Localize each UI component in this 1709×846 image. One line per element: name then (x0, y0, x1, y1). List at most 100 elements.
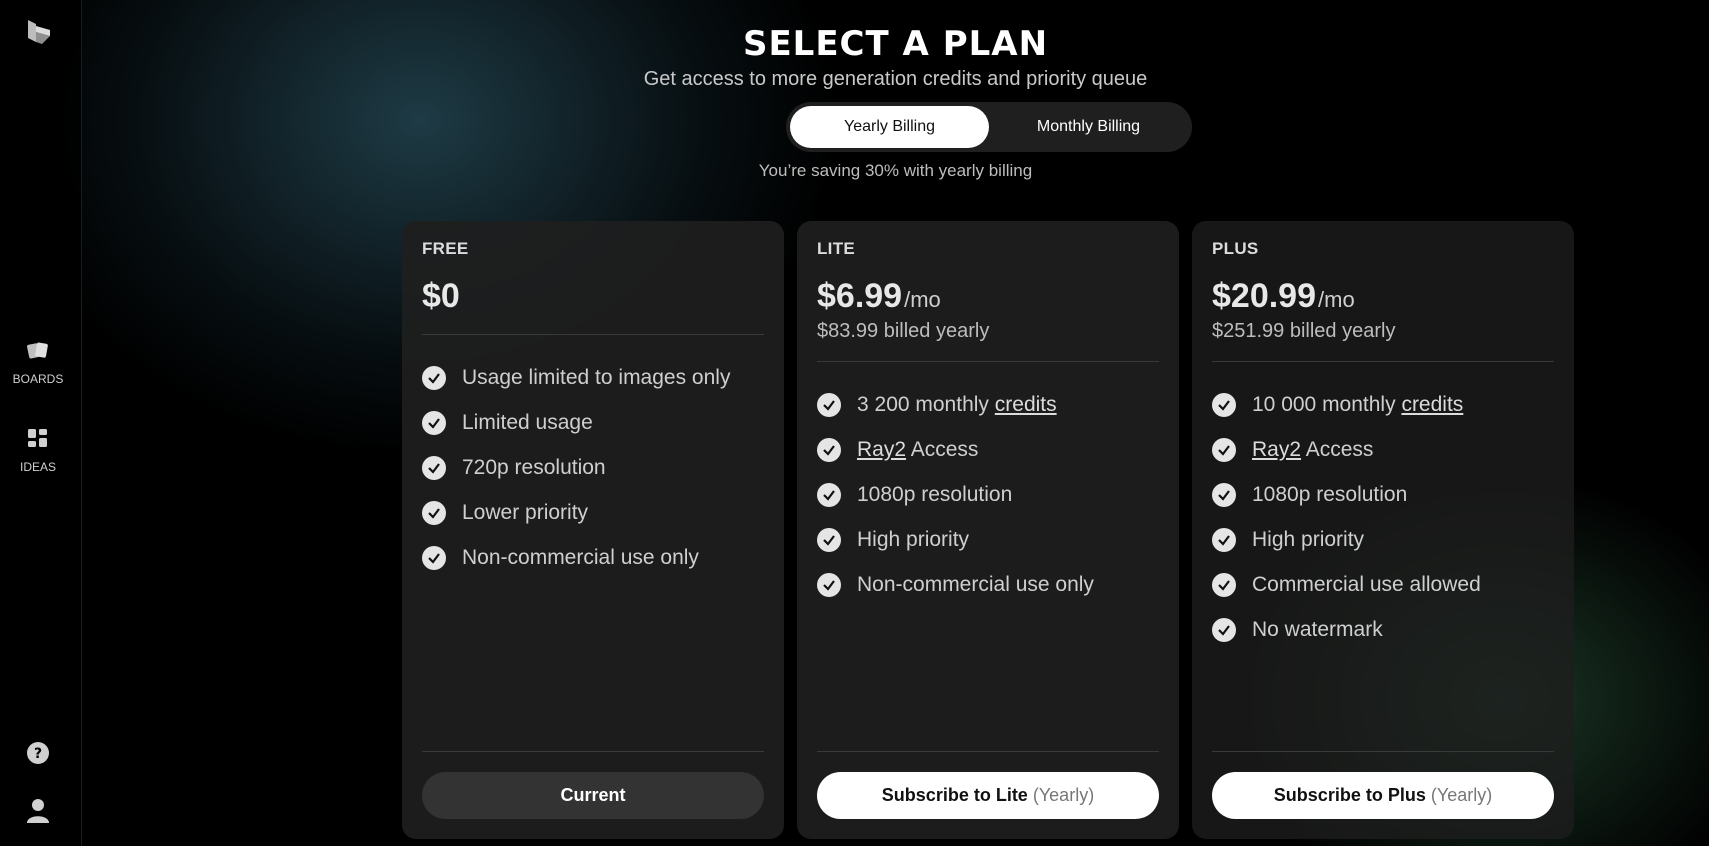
feature-item: Lower priority (422, 490, 764, 535)
sidebar: BOARDS IDEAS ? (0, 0, 82, 846)
check-icon (1212, 617, 1236, 642)
button-label: Subscribe to Plus (1273, 785, 1426, 805)
current-plan-button[interactable]: Current (422, 772, 764, 819)
feature-item: Ray2 Access (1212, 427, 1554, 472)
check-icon (1212, 437, 1236, 462)
feature-text: Non-commercial use only (857, 572, 1094, 596)
sidebar-item-label: BOARDS (12, 372, 64, 386)
ray2-link[interactable]: Ray2 (857, 438, 906, 461)
button-label: Subscribe to Lite (881, 785, 1028, 805)
subscribe-lite-button[interactable]: Subscribe to Lite (Yearly) (817, 772, 1159, 819)
billed-yearly: $251.99 billed yearly (1212, 320, 1396, 342)
sidebar-item-boards[interactable]: BOARDS (0, 338, 76, 386)
feature-item: Usage limited to images only (422, 355, 764, 400)
divider (422, 751, 764, 752)
plan-price: $20.99 (1212, 277, 1316, 315)
feature-text-post: Access (906, 437, 979, 461)
feature-item: 10 000 monthly credits (1212, 382, 1554, 427)
billed-yearly: $83.99 billed yearly (817, 320, 990, 342)
check-icon (422, 455, 446, 480)
user-icon[interactable] (26, 798, 50, 824)
sidebar-item-ideas[interactable]: IDEAS (0, 426, 76, 474)
divider (817, 361, 1159, 362)
saving-note: You’re saving 30% with yearly billing (758, 161, 1033, 180)
check-icon (817, 392, 841, 417)
credits-link[interactable]: credits (1401, 393, 1463, 416)
boards-icon (27, 342, 48, 359)
feature-item: 3 200 monthly credits (817, 382, 1159, 427)
price-period: /mo (904, 287, 941, 312)
feature-list: Usage limited to images only Limited usa… (422, 355, 764, 580)
check-icon (817, 482, 841, 507)
feature-text: No watermark (1252, 617, 1383, 641)
check-icon (1212, 527, 1236, 552)
monthly-billing-button[interactable]: Monthly Billing (989, 106, 1188, 148)
feature-text-post: Access (1301, 437, 1374, 461)
help-icon[interactable]: ? (26, 741, 50, 765)
feature-text: Ray2 Access (857, 438, 978, 462)
svg-text:?: ? (34, 746, 42, 762)
plan-card-plus: PLUS $20.99 /mo $251.99 billed yearly 10… (1192, 221, 1574, 839)
page-subtitle: Get access to more generation credits an… (643, 68, 1148, 90)
feature-text: 1080p resolution (1252, 482, 1408, 506)
ideas-grid-icon (28, 429, 47, 447)
feature-text: 720p resolution (462, 455, 606, 479)
feature-text: Usage limited to images only (462, 365, 731, 389)
page-title: SELECT A PLAN (742, 24, 1049, 64)
check-icon (817, 527, 841, 552)
feature-item: Limited usage (422, 400, 764, 445)
plan-name: FREE (422, 239, 469, 258)
feature-text-pre: 10 000 monthly (1252, 392, 1402, 416)
button-suffix: (Yearly) (1430, 785, 1493, 805)
plan-card-free: FREE $0 Usage limited to images only Lim… (402, 221, 784, 839)
plan-card-lite: LITE $6.99 /mo $83.99 billed yearly 3 20… (797, 221, 1179, 839)
page-header: SELECT A PLAN Get access to more generat… (82, 24, 1709, 91)
feature-text: Non-commercial use only (462, 545, 699, 569)
divider (1212, 751, 1554, 752)
card-footer: Subscribe to Lite (Yearly) (817, 751, 1159, 819)
button-label: Current (560, 785, 626, 805)
card-footer: Current (422, 751, 764, 819)
billing-toggle: Yearly Billing Monthly Billing (786, 102, 1192, 152)
luma-logo-icon[interactable] (24, 16, 54, 46)
check-icon (1212, 572, 1236, 597)
feature-item: 1080p resolution (817, 472, 1159, 517)
plan-name: PLUS (1212, 239, 1259, 258)
yearly-billing-button[interactable]: Yearly Billing (790, 106, 989, 148)
feature-item: 720p resolution (422, 445, 764, 490)
feature-list: 10 000 monthly credits Ray2 Access 1080p… (1212, 382, 1554, 652)
feature-text: Lower priority (462, 500, 589, 524)
feature-item: 1080p resolution (1212, 472, 1554, 517)
feature-item: High priority (817, 517, 1159, 562)
price-row: $20.99 /mo (1212, 277, 1554, 316)
ray2-link[interactable]: Ray2 (1252, 438, 1301, 461)
feature-item: Commercial use allowed (1212, 562, 1554, 607)
feature-item: No watermark (1212, 607, 1554, 652)
button-suffix: (Yearly) (1032, 785, 1095, 805)
plan-price: $0 (422, 277, 460, 315)
check-icon (1212, 392, 1236, 417)
feature-text: High priority (857, 527, 970, 551)
feature-text: 1080p resolution (857, 482, 1013, 506)
feature-item: Non-commercial use only (422, 535, 764, 580)
subscribe-plus-button[interactable]: Subscribe to Plus (Yearly) (1212, 772, 1554, 819)
credits-link[interactable]: credits (995, 393, 1057, 416)
feature-text: Limited usage (462, 410, 593, 434)
price-period: /mo (1318, 287, 1355, 312)
check-icon (1212, 482, 1236, 507)
feature-text: Ray2 Access (1252, 438, 1373, 462)
check-icon (422, 500, 446, 525)
check-icon (817, 437, 841, 462)
feature-item: Ray2 Access (817, 427, 1159, 472)
plan-name: LITE (817, 239, 856, 258)
check-icon (422, 365, 446, 390)
feature-text: High priority (1252, 527, 1365, 551)
check-icon (422, 545, 446, 570)
price-row: $6.99 /mo (817, 277, 1159, 316)
feature-text: 10 000 monthly credits (1252, 393, 1463, 417)
feature-item: High priority (1212, 517, 1554, 562)
feature-text: 3 200 monthly credits (857, 393, 1057, 417)
check-icon (817, 572, 841, 597)
plan-price: $6.99 (817, 277, 903, 315)
divider (422, 334, 764, 335)
